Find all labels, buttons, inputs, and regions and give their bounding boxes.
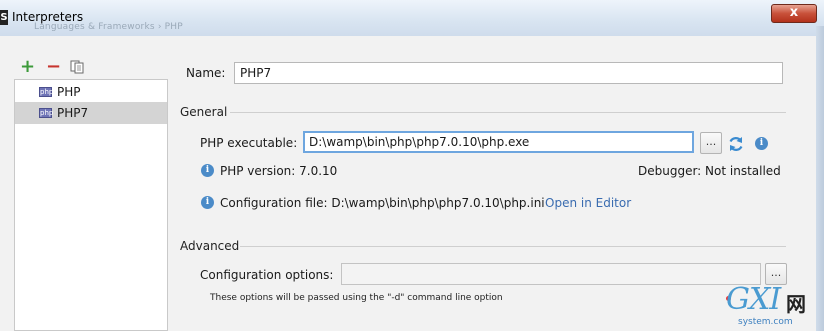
executable-info-icon[interactable]: i	[755, 137, 768, 150]
php-icon: php	[39, 87, 54, 97]
debugger-status-text: Debugger: Not installed	[638, 164, 781, 178]
site-watermark-logo: GXI 网 system.com	[724, 282, 824, 331]
config-options-label: Configuration options:	[200, 268, 334, 282]
ghost-breadcrumb: Languages & Frameworks › PHP	[34, 22, 183, 32]
config-options-hint: These options will be passed using the "…	[210, 293, 503, 303]
php-icon: php	[39, 108, 54, 118]
advanced-divider	[240, 246, 786, 247]
advanced-header: Advanced	[180, 239, 240, 253]
refresh-icon[interactable]	[727, 135, 745, 153]
open-in-editor-link[interactable]: Open in Editor	[545, 196, 631, 210]
close-button[interactable]: x	[771, 4, 817, 23]
list-item-php7[interactable]: php PHP7	[15, 102, 167, 124]
watermark-big-text: GXI	[726, 282, 781, 317]
title-bar: S Interpreters Languages & Frameworks › …	[0, 0, 824, 36]
list-item-label: PHP	[57, 85, 81, 99]
add-icon[interactable]: +	[20, 58, 35, 76]
general-divider	[230, 112, 786, 113]
name-label: Name:	[186, 66, 226, 80]
version-info-icon: i	[201, 164, 214, 177]
watermark-cn-text: 网	[786, 292, 806, 316]
list-item-php[interactable]: php PHP	[15, 81, 167, 103]
remove-icon[interactable]: −	[46, 58, 61, 76]
php-version-text: PHP version: 7.0.10	[220, 164, 338, 178]
interpreter-list: php PHP php PHP7	[14, 79, 168, 331]
name-field[interactable]: PHP7	[234, 62, 783, 84]
config-options-field[interactable]	[341, 263, 761, 285]
executable-label: PHP executable:	[200, 136, 298, 150]
watermark-domain-text: system.com	[738, 317, 793, 327]
copy-icon[interactable]	[70, 60, 84, 74]
config-file-text: Configuration file: D:\wamp\bin\php\php7…	[220, 196, 545, 210]
app-icon: S	[0, 10, 8, 25]
executable-field[interactable]: D:\wamp\bin\php\php7.0.10\php.exe	[303, 131, 694, 153]
list-item-label: PHP7	[57, 106, 89, 120]
config-file-info-icon: i	[201, 196, 214, 209]
general-header: General	[180, 105, 228, 119]
executable-browse-button[interactable]: ...	[700, 132, 722, 154]
